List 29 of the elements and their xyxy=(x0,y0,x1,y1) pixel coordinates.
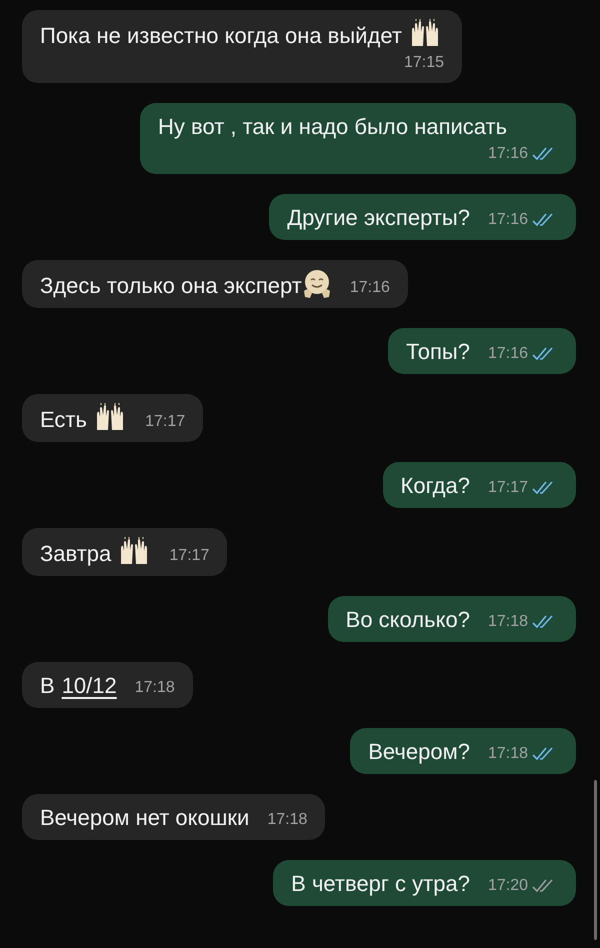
message-text: В xyxy=(40,672,55,700)
message-text: Топы? xyxy=(406,338,470,366)
message-time: 17:18 xyxy=(488,612,528,632)
message-time: 17:16 xyxy=(488,144,528,164)
message-time: 17:16 xyxy=(350,278,390,298)
message-text: Пока не известно когда она выйдет xyxy=(40,19,442,51)
message-text: Ну вот , так и надо было написать xyxy=(158,113,508,141)
date-link[interactable]: 10/12 xyxy=(62,671,117,701)
message-time: 17:15 xyxy=(404,53,444,73)
message-time: 17:18 xyxy=(134,678,175,698)
message-text: Есть xyxy=(40,403,128,435)
message-text: Когда? xyxy=(400,472,470,500)
message-text: Здесь только она эксперт xyxy=(40,269,332,301)
message-time: 17:17 xyxy=(488,478,528,498)
message-time: 17:17 xyxy=(145,412,186,432)
message-time: 17:20 xyxy=(488,876,528,896)
message-time: 17:18 xyxy=(488,744,528,764)
message-text: Во сколько? xyxy=(346,606,470,634)
message-time: 17:16 xyxy=(488,210,528,230)
message-text: Вечером нет окошки xyxy=(40,804,250,832)
message-time: 17:16 xyxy=(488,344,528,364)
message-text: Вечером? xyxy=(368,738,470,766)
scrollbar[interactable] xyxy=(594,780,597,940)
message-time: 17:17 xyxy=(169,546,210,566)
hugging-face-icon xyxy=(302,269,332,299)
message-text: Другие эксперты? xyxy=(287,204,470,232)
message-text: Завтра xyxy=(40,537,152,569)
message-text: В четверг с утра? xyxy=(291,870,470,898)
message-time: 17:18 xyxy=(267,810,308,830)
